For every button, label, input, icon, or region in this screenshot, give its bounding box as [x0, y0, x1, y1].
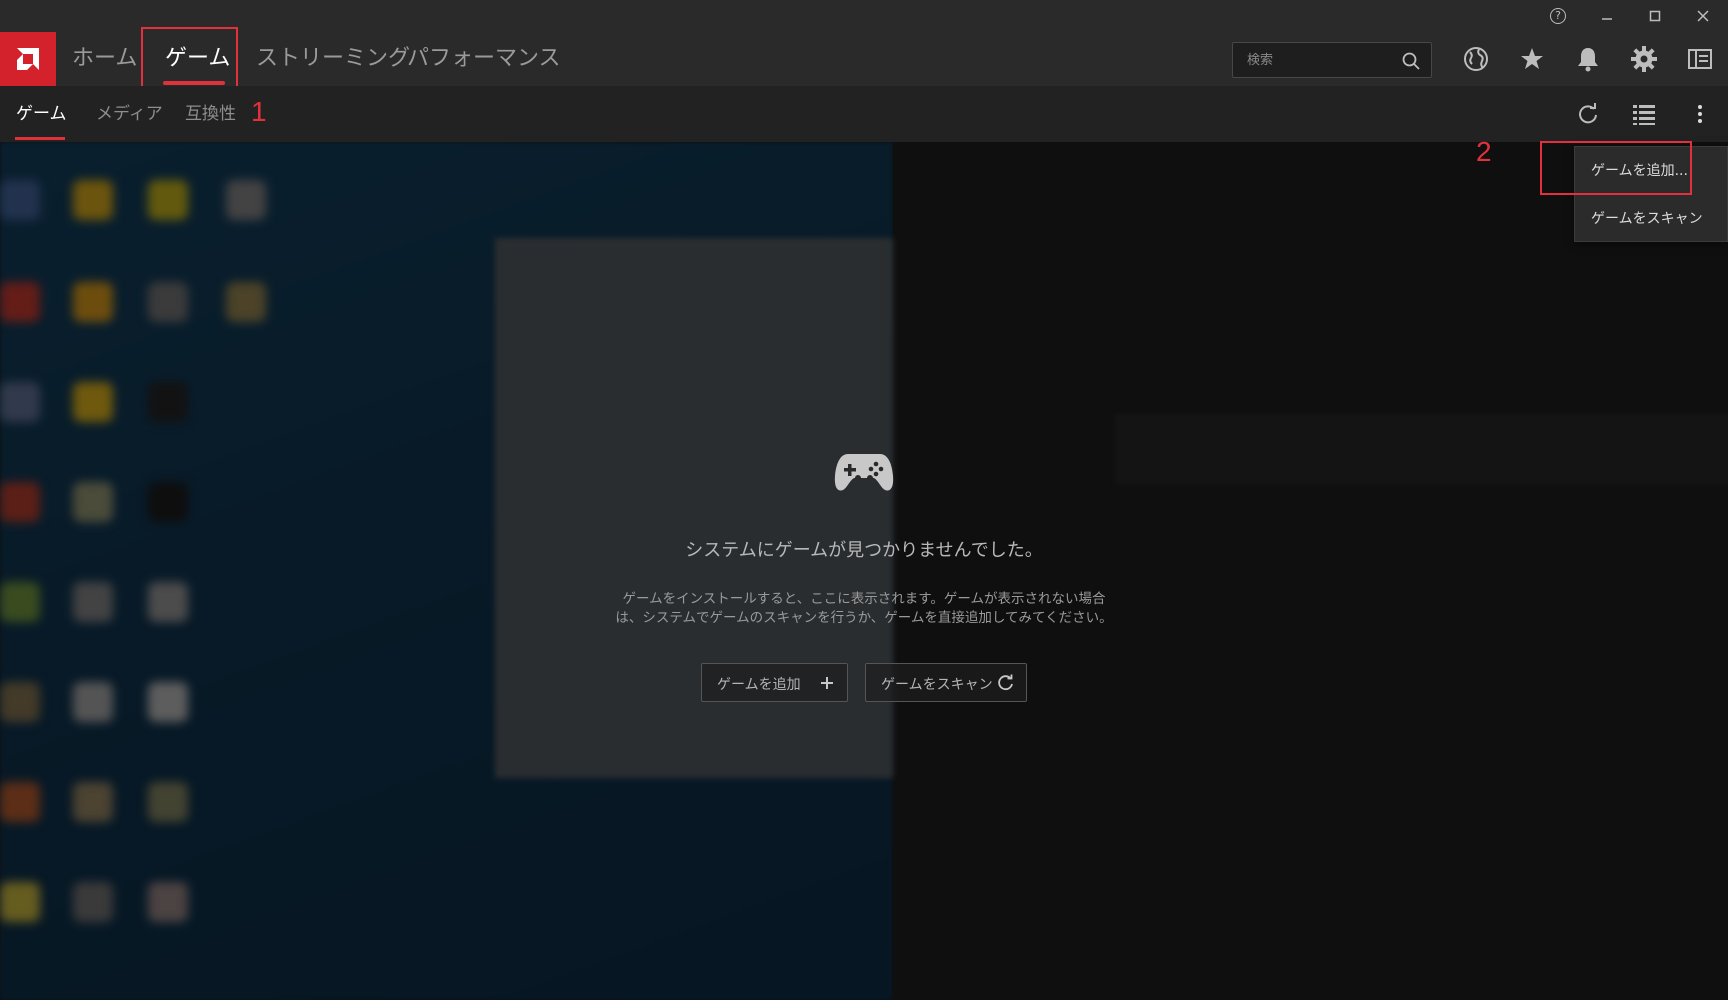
title-bar: ? [0, 0, 1728, 32]
annotation-highlight-1 [141, 27, 238, 95]
empty-state-description: ゲームをインストールすると、ここに表示されます。ゲームが表示されない場合 は、シ… [614, 590, 1114, 628]
minimize-icon [1602, 18, 1612, 20]
nav-tab-streaming[interactable]: ストリーミング [256, 32, 410, 86]
close-icon [1697, 10, 1709, 22]
plus-icon [821, 677, 833, 689]
annotation-highlight-2 [1540, 141, 1692, 195]
refresh-icon[interactable] [1575, 101, 1601, 127]
help-icon: ? [1550, 8, 1566, 24]
sub-tab-compatibility[interactable]: 互換性 [185, 86, 236, 142]
amd-logo-icon [17, 48, 39, 70]
gear-icon[interactable] [1630, 45, 1658, 73]
dim-overlay [0, 142, 1728, 1000]
search-box [1232, 42, 1432, 78]
more-options-icon[interactable] [1687, 101, 1713, 127]
maximize-button[interactable] [1641, 4, 1669, 28]
star-icon[interactable] [1518, 45, 1546, 73]
menu-item-scan-games[interactable]: ゲームをスキャン [1575, 197, 1728, 241]
nav-tab-home[interactable]: ホーム [72, 32, 137, 86]
bell-icon[interactable] [1574, 45, 1602, 73]
scan-games-label: ゲームをスキャン [881, 677, 993, 693]
annotation-marker-1: 1 [251, 96, 267, 127]
list-view-icon[interactable] [1631, 101, 1657, 127]
sidebar-toggle-icon[interactable] [1686, 45, 1714, 73]
refresh-icon [998, 674, 1013, 691]
empty-state-description-line: ゲームをインストールすると、ここに表示されます。ゲームが表示されない場合 [622, 591, 1106, 607]
amd-logo[interactable] [0, 32, 56, 86]
maximize-icon [1649, 10, 1661, 22]
annotation-marker-2: 2 [1476, 136, 1492, 167]
top-nav: ホーム ゲーム ストリーミング パフォーマンス [0, 32, 1728, 86]
app-window: ? ホーム ゲーム ストリーミング パフォーマンス 検索 ゲーム メディア 互換… [0, 0, 1728, 1000]
search-icon[interactable] [1401, 51, 1421, 71]
sub-tab-media[interactable]: メディア [96, 86, 163, 142]
close-button[interactable] [1689, 4, 1717, 28]
add-game-label: ゲームを追加 [717, 677, 801, 693]
minimize-button[interactable] [1593, 4, 1621, 28]
help-button[interactable]: ? [1544, 4, 1572, 28]
globe-icon[interactable] [1462, 45, 1490, 73]
sub-active-indicator [15, 137, 65, 140]
nav-tab-performance[interactable]: パフォーマンス [407, 32, 561, 86]
search-input[interactable] [1233, 43, 1393, 77]
add-game-button[interactable]: ゲームを追加 [701, 663, 848, 702]
gamepad-icon [834, 454, 894, 491]
empty-state-description-line: は、システムでゲームのスキャンを行うか、ゲームを直接追加してみてください。 [615, 610, 1113, 626]
sub-tab-games[interactable]: ゲーム [16, 86, 67, 142]
empty-state-title: システムにゲームが見つかりませんでした。 [685, 540, 1043, 561]
scan-games-button[interactable]: ゲームをスキャン [865, 663, 1027, 702]
background-screen [0, 142, 1728, 1000]
